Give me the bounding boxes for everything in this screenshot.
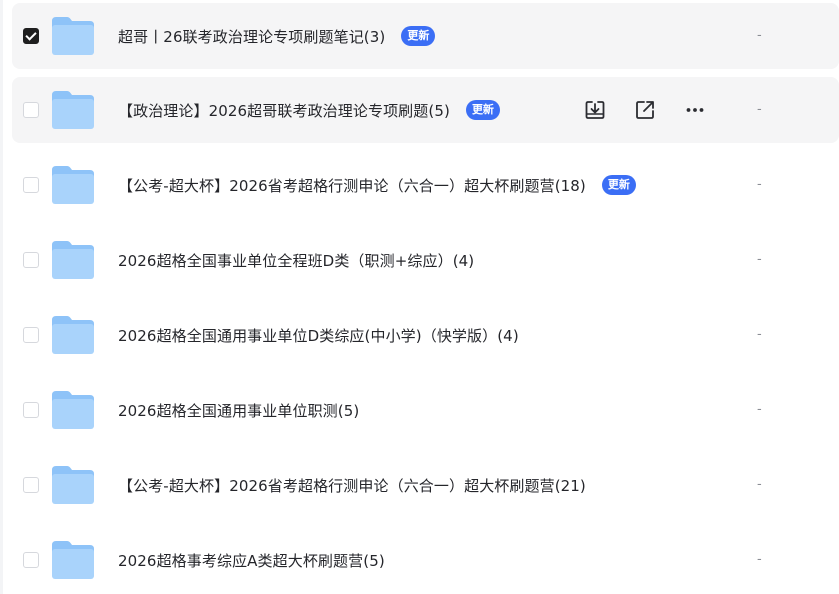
folder-name[interactable]: 2026超格全国通用事业单位D类综应(中小学)（快学版）(4) (118, 325, 519, 346)
modified-value: - (757, 252, 762, 267)
file-row[interactable]: 2026超格全国通用事业单位D类综应(中小学)（快学版）(4) - (12, 302, 839, 368)
update-badge: 更新 (465, 100, 500, 120)
download-icon (585, 101, 605, 119)
modified-value: - (757, 552, 762, 567)
modified-value: - (757, 402, 762, 417)
file-row[interactable]: 2026超格全国通用事业单位职测(5) - (12, 377, 839, 443)
folder-icon (52, 241, 94, 279)
folder-name[interactable]: 2026超格全国通用事业单位职测(5) (118, 400, 359, 421)
folder-icon (52, 391, 94, 429)
row-actions (582, 77, 732, 143)
file-list: 超哥丨26联考政治理论专项刷题笔记(3) 更新 - 【政治理论】2026超哥联考… (0, 0, 839, 594)
folder-name[interactable]: 2026超格事考综应A类超大杯刷题营(5) (118, 550, 385, 571)
share-button[interactable] (632, 97, 658, 123)
file-row[interactable]: 【公考-超大杯】2026省考超格行测申论（六合一）超大杯刷题营(21) - (12, 452, 839, 518)
folder-name[interactable]: 【政治理论】2026超哥联考政治理论专项刷题(5) (118, 100, 450, 121)
folder-icon (52, 91, 94, 129)
row-checkbox[interactable] (23, 552, 39, 568)
row-checkbox[interactable] (23, 177, 39, 193)
update-badge: 更新 (601, 175, 636, 195)
file-row[interactable]: 【公考-超大杯】2026省考超格行测申论（六合一）超大杯刷题营(18) 更新 - (12, 152, 839, 218)
row-checkbox[interactable] (23, 477, 39, 493)
row-checkbox-checked[interactable] (23, 28, 39, 44)
folder-name[interactable]: 2026超格全国事业单位全程班D类（职测+综应）(4) (118, 250, 474, 271)
update-badge: 更新 (401, 26, 436, 46)
more-icon (686, 108, 704, 112)
folder-name[interactable]: 超哥丨26联考政治理论专项刷题笔记(3) (118, 26, 385, 47)
folder-icon (52, 17, 94, 55)
row-checkbox[interactable] (23, 252, 39, 268)
folder-icon (52, 541, 94, 579)
left-edge-divider (0, 0, 3, 594)
folder-name[interactable]: 【公考-超大杯】2026省考超格行测申论（六合一）超大杯刷题营(21) (118, 475, 586, 496)
modified-value: - (757, 177, 762, 192)
folder-icon (52, 166, 94, 204)
folder-icon (52, 466, 94, 504)
row-checkbox[interactable] (23, 102, 39, 118)
more-button[interactable] (682, 97, 708, 123)
file-row[interactable]: 2026超格事考综应A类超大杯刷题营(5) - (12, 527, 839, 593)
file-row[interactable]: 【政治理论】2026超哥联考政治理论专项刷题(5) 更新 - (12, 77, 839, 143)
modified-value: - (757, 327, 762, 342)
download-button[interactable] (582, 97, 608, 123)
share-icon (636, 101, 654, 119)
modified-value: - (757, 477, 762, 492)
row-checkbox[interactable] (23, 327, 39, 343)
folder-name[interactable]: 【公考-超大杯】2026省考超格行测申论（六合一）超大杯刷题营(18) (118, 175, 586, 196)
row-checkbox[interactable] (23, 402, 39, 418)
folder-icon (52, 316, 94, 354)
file-row[interactable]: 2026超格全国事业单位全程班D类（职测+综应）(4) - (12, 227, 839, 293)
file-row[interactable]: 超哥丨26联考政治理论专项刷题笔记(3) 更新 - (12, 3, 839, 69)
modified-value: - (757, 102, 762, 117)
modified-value: - (757, 28, 762, 43)
